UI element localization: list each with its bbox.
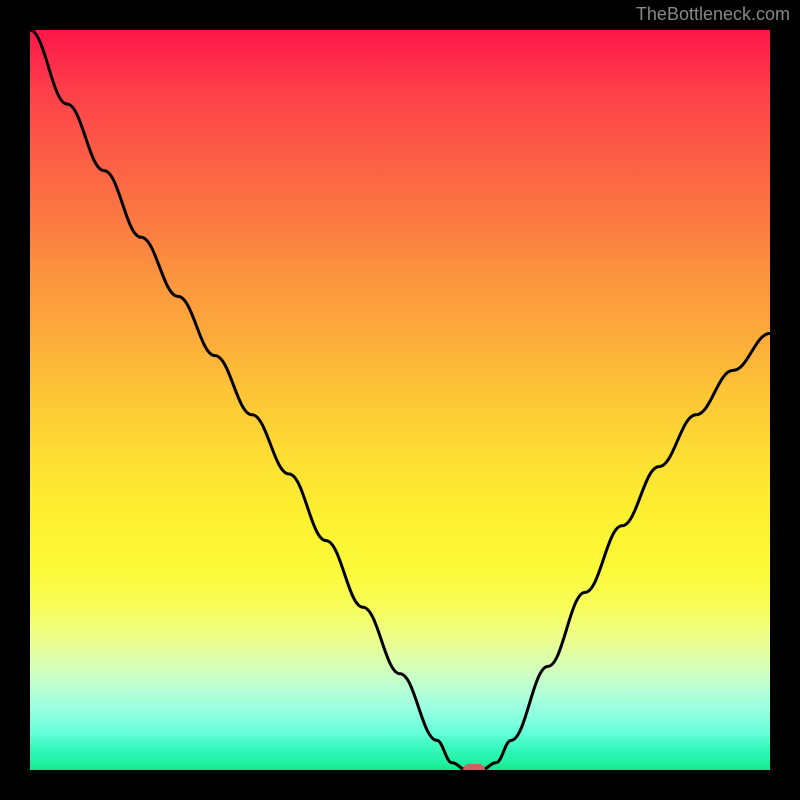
attribution-text: TheBottleneck.com bbox=[636, 4, 790, 25]
optimal-point-marker bbox=[463, 764, 485, 770]
chart-plot-area bbox=[30, 30, 770, 770]
bottleneck-curve bbox=[30, 30, 770, 770]
